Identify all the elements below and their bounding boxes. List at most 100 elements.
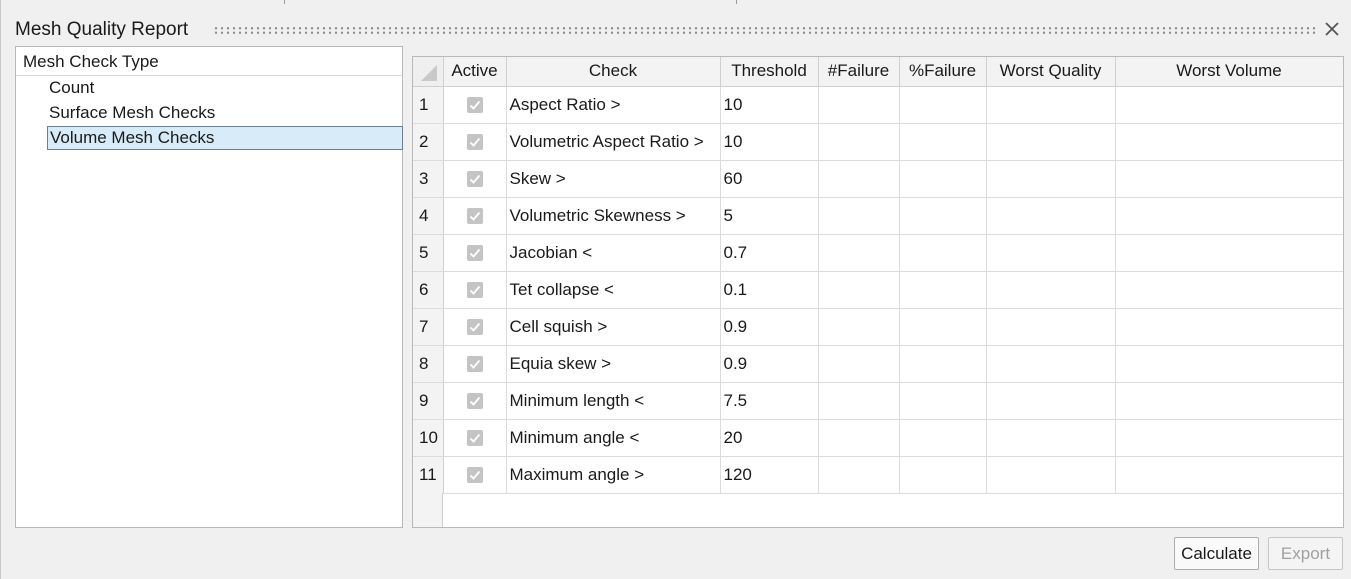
table-row[interactable]: 5 Jacobian <0.7 <box>413 234 1343 272</box>
close-icon[interactable] <box>1323 20 1341 38</box>
active-checkbox[interactable] <box>466 171 483 188</box>
column-header-threshold[interactable]: Threshold <box>720 57 819 87</box>
active-checkbox[interactable] <box>466 97 483 114</box>
threshold-cell[interactable]: 120 <box>720 456 819 494</box>
worst-quality-cell <box>986 308 1116 346</box>
row-number[interactable]: 4 <box>413 197 444 235</box>
table-row[interactable]: 1 Aspect Ratio >10 <box>413 86 1343 124</box>
table-row[interactable]: 10 Minimum angle <20 <box>413 419 1343 457</box>
row-number[interactable]: 1 <box>413 86 444 124</box>
check-name-cell[interactable]: Maximum angle > <box>506 456 721 494</box>
select-all-corner[interactable] <box>413 57 444 87</box>
threshold-cell[interactable]: 5 <box>720 197 819 235</box>
active-cell <box>443 197 507 235</box>
check-icon <box>469 285 480 295</box>
threshold-cell[interactable]: 0.1 <box>720 271 819 309</box>
mesh-quality-report-window: Mesh Quality Report Mesh Check Type Coun… <box>0 0 1351 579</box>
check-name-cell[interactable]: Skew > <box>506 160 721 198</box>
active-checkbox[interactable] <box>466 208 483 225</box>
check-name-cell[interactable]: Volumetric Skewness > <box>506 197 721 235</box>
active-checkbox[interactable] <box>466 430 483 447</box>
threshold-cell[interactable]: 10 <box>720 86 819 124</box>
active-cell <box>443 234 507 272</box>
table-row[interactable]: 7 Cell squish >0.9 <box>413 308 1343 346</box>
threshold-cell[interactable]: 7.5 <box>720 382 819 420</box>
export-button[interactable]: Export <box>1268 537 1343 570</box>
drag-handle[interactable] <box>213 26 1317 35</box>
row-number[interactable]: 6 <box>413 271 444 309</box>
calculate-button[interactable]: Calculate <box>1174 537 1259 570</box>
check-icon <box>469 100 480 110</box>
column-header-check[interactable]: Check <box>506 57 721 87</box>
check-icon <box>469 322 480 332</box>
row-number[interactable]: 9 <box>413 382 444 420</box>
tree-item-surface-mesh-checks[interactable]: Surface Mesh Checks <box>47 101 215 125</box>
column-header-worst-quality[interactable]: Worst Quality <box>986 57 1116 87</box>
column-header-worst-volume[interactable]: Worst Volume <box>1115 57 1343 87</box>
column-header-active[interactable]: Active <box>443 57 507 87</box>
failure-cell <box>818 345 900 383</box>
table-row[interactable]: 2 Volumetric Aspect Ratio >10 <box>413 123 1343 161</box>
row-number[interactable]: 3 <box>413 160 444 198</box>
column-header-failure[interactable]: #Failure <box>818 57 900 87</box>
table-row[interactable]: 4 Volumetric Skewness >5 <box>413 197 1343 235</box>
active-checkbox[interactable] <box>466 319 483 336</box>
worst-volume-cell <box>1115 419 1343 457</box>
failure-cell <box>818 271 900 309</box>
worst-quality-cell <box>986 419 1116 457</box>
checks-table: Active Check Threshold #Failure %Failure… <box>413 57 1343 494</box>
threshold-cell[interactable]: 0.9 <box>720 308 819 346</box>
worst-volume-cell <box>1115 382 1343 420</box>
threshold-cell[interactable]: 0.7 <box>720 234 819 272</box>
table-row[interactable]: 8 Equia skew >0.9 <box>413 345 1343 383</box>
tree-item-count[interactable]: Count <box>47 76 94 100</box>
check-icon <box>469 248 480 258</box>
active-cell <box>443 456 507 494</box>
pct-failure-cell <box>899 197 987 235</box>
active-checkbox[interactable] <box>466 134 483 151</box>
worst-volume-cell <box>1115 345 1343 383</box>
failure-cell <box>818 308 900 346</box>
active-checkbox[interactable] <box>466 393 483 410</box>
table-row[interactable]: 11 Maximum angle >120 <box>413 456 1343 494</box>
worst-volume-cell <box>1115 123 1343 161</box>
check-name-cell[interactable]: Aspect Ratio > <box>506 86 721 124</box>
pct-failure-cell <box>899 123 987 161</box>
tree-item-volume-mesh-checks[interactable]: Volume Mesh Checks <box>47 126 403 150</box>
top-edge <box>1 0 1351 4</box>
row-number[interactable]: 8 <box>413 345 444 383</box>
worst-volume-cell <box>1115 197 1343 235</box>
worst-quality-cell <box>986 123 1116 161</box>
row-number[interactable]: 5 <box>413 234 444 272</box>
active-checkbox[interactable] <box>466 245 483 262</box>
check-name-cell[interactable]: Tet collapse < <box>506 271 721 309</box>
threshold-cell[interactable]: 20 <box>720 419 819 457</box>
check-name-cell[interactable]: Cell squish > <box>506 308 721 346</box>
check-name-cell[interactable]: Jacobian < <box>506 234 721 272</box>
active-checkbox[interactable] <box>466 356 483 373</box>
threshold-cell[interactable]: 60 <box>720 160 819 198</box>
check-name-cell[interactable]: Volumetric Aspect Ratio > <box>506 123 721 161</box>
threshold-cell[interactable]: 10 <box>720 123 819 161</box>
check-name-cell[interactable]: Minimum length < <box>506 382 721 420</box>
table-row[interactable]: 9 Minimum length <7.5 <box>413 382 1343 420</box>
row-number[interactable]: 2 <box>413 123 444 161</box>
active-cell <box>443 271 507 309</box>
column-header-pct-failure[interactable]: %Failure <box>899 57 987 87</box>
check-name-cell[interactable]: Minimum angle < <box>506 419 721 457</box>
table-row[interactable]: 3 Skew >60 <box>413 160 1343 198</box>
check-icon <box>469 470 480 480</box>
worst-quality-cell <box>986 271 1116 309</box>
table-row[interactable]: 6 Tet collapse <0.1 <box>413 271 1343 309</box>
threshold-cell[interactable]: 0.9 <box>720 345 819 383</box>
mesh-check-type-panel: Mesh Check Type Count Surface Mesh Checks… <box>15 46 403 528</box>
row-number[interactable]: 10 <box>413 419 444 457</box>
active-checkbox[interactable] <box>466 467 483 484</box>
active-checkbox[interactable] <box>466 282 483 299</box>
worst-quality-cell <box>986 86 1116 124</box>
failure-cell <box>818 123 900 161</box>
row-number[interactable]: 11 <box>413 456 444 494</box>
row-number[interactable]: 7 <box>413 308 444 346</box>
check-name-cell[interactable]: Equia skew > <box>506 345 721 383</box>
worst-volume-cell <box>1115 456 1343 494</box>
